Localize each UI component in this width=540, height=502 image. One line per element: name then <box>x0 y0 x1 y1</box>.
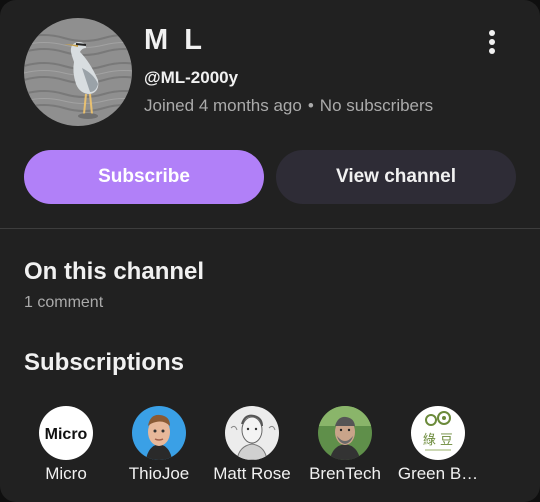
channel-card: M L @ML-2000y Joined 4 months ago • No sub… <box>0 0 540 502</box>
meta-separator: • <box>307 96 314 115</box>
subscription-label: Micro <box>45 464 87 483</box>
subscription-item-brentech[interactable]: BrenTech <box>303 406 387 484</box>
view-channel-button[interactable]: View channel <box>276 150 516 204</box>
channel-name: M L <box>144 24 206 56</box>
subscription-avatar <box>318 406 372 460</box>
subscription-item-thiojoe[interactable]: ThioJoe <box>117 406 201 484</box>
subscription-avatar <box>225 406 279 460</box>
subscription-label: ThioJoe <box>128 464 190 483</box>
more-options-button[interactable] <box>472 24 512 60</box>
subscription-label: Green B… <box>397 464 479 483</box>
micro-logo-text: Micro <box>45 426 88 443</box>
divider <box>0 228 540 229</box>
subscription-item-micro[interactable]: Micro Micro <box>24 406 108 484</box>
channel-handle: @ML-2000y <box>144 68 239 87</box>
heron-avatar-image <box>24 18 132 126</box>
joined-text: Joined 4 months ago <box>144 96 302 115</box>
subscription-avatar: 綠 豆 <box>411 406 465 460</box>
green-bean-logo-text: 綠 豆 <box>423 433 453 448</box>
subscribe-button[interactable]: Subscribe <box>24 150 264 204</box>
subscription-label: BrenTech <box>309 464 381 483</box>
subscription-label: Matt Rose <box>213 464 291 483</box>
subscriber-count: No subscribers <box>319 96 434 115</box>
channel-avatar[interactable] <box>24 18 132 126</box>
subscription-avatar <box>132 406 186 460</box>
more-vert-icon <box>489 30 495 54</box>
on-this-channel-heading: On this channel <box>24 258 205 285</box>
subscription-item-green-b[interactable]: 綠 豆 Green B… <box>396 406 480 484</box>
subscription-avatar: Micro <box>39 406 93 460</box>
comment-count-link[interactable]: 1 comment <box>24 294 103 312</box>
subscriptions-heading: Subscriptions <box>24 349 185 376</box>
channel-meta: Joined 4 months ago • No subscribers <box>144 96 433 116</box>
subscription-item-matt-rose[interactable]: Matt Rose <box>210 406 294 484</box>
